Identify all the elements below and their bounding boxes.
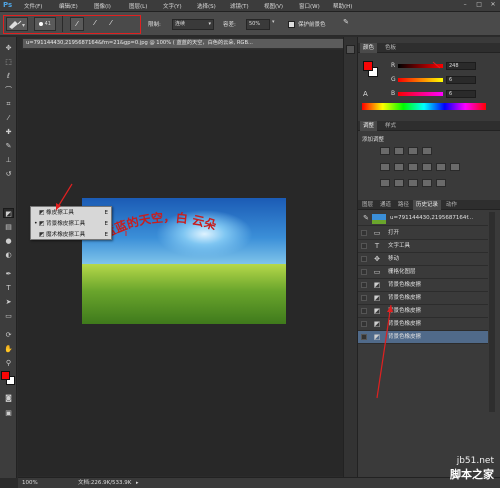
watermark: jb51.net 脚本之家 [450,456,494,482]
watermark-url: jb51.net [456,456,494,466]
watermark-name: 脚本之家 [450,468,494,481]
annotation-arrows [55,61,441,399]
color-fg-swatch[interactable] [363,61,373,71]
foreground-color-swatch[interactable] [1,371,10,380]
